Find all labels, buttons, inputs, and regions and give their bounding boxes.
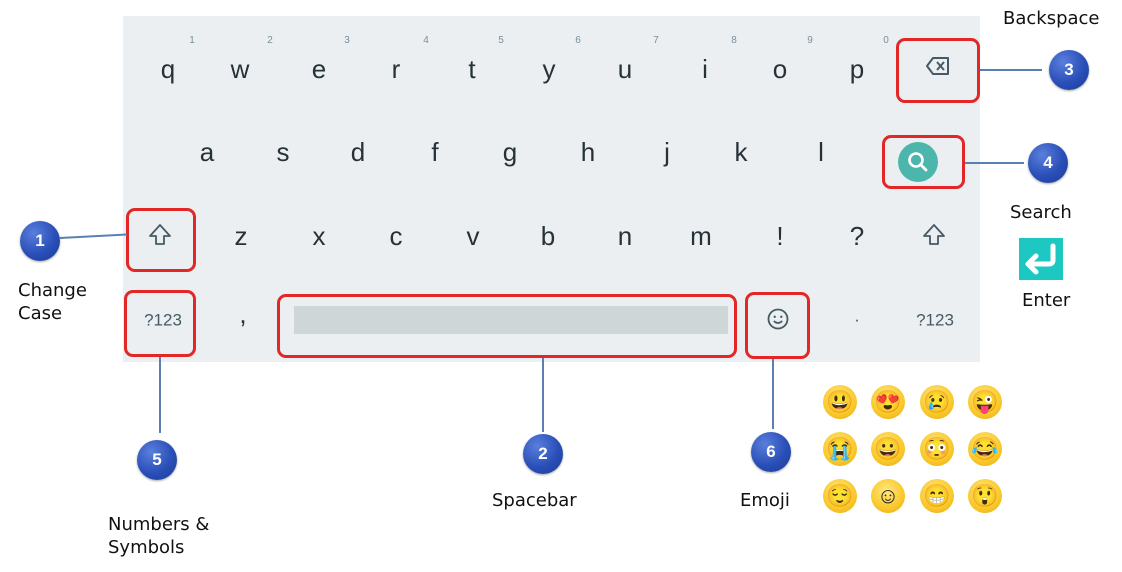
connector-3 (980, 69, 1042, 71)
key-f[interactable]: f (431, 139, 438, 165)
key-s[interactable]: s (277, 139, 290, 165)
key-u[interactable]: u (618, 56, 632, 82)
key-o-hint: 9 (807, 35, 813, 46)
key-k[interactable]: k (735, 139, 748, 165)
emoji-relieved: 😌 (823, 479, 857, 513)
highlight-spacebar (277, 294, 737, 358)
connector-2 (542, 358, 544, 432)
emoji-grin: 😀 (871, 432, 905, 466)
key-e-hint: 3 (344, 35, 350, 46)
label-search: Search (1010, 202, 1072, 223)
key-h[interactable]: h (581, 139, 595, 165)
emoji-tears-of-joy: 😂 (968, 432, 1002, 466)
connector-4 (965, 162, 1024, 164)
label-enter: Enter (1022, 290, 1071, 311)
key-n[interactable]: n (618, 223, 632, 249)
emoji-beaming: 😁 (920, 479, 954, 513)
label-numbers-symbols: Numbers & Symbols (108, 514, 210, 558)
connector-6 (772, 359, 774, 429)
callout-badge-6: 6 (751, 432, 791, 472)
key-x[interactable]: x (313, 223, 326, 249)
symbols-key-right[interactable]: ?123 (916, 312, 954, 329)
key-y-hint: 6 (575, 35, 581, 46)
highlight-search (882, 135, 965, 189)
emoji-smiling: ☺ (871, 479, 905, 513)
key-g[interactable]: g (503, 139, 517, 165)
key-w[interactable]: w (231, 56, 250, 82)
key-t[interactable]: t (468, 56, 475, 82)
key-o[interactable]: o (773, 56, 787, 82)
key-l[interactable]: l (818, 139, 824, 165)
callout-badge-1: 1 (20, 221, 60, 261)
label-change-case: Change Case (18, 280, 87, 324)
key-e[interactable]: e (312, 56, 326, 82)
connector-1 (59, 233, 127, 239)
key-q-hint: 1 (189, 35, 195, 46)
key-u-hint: 7 (653, 35, 659, 46)
key-question[interactable]: ? (850, 223, 864, 249)
key-p-hint: 0 (883, 35, 889, 46)
callout-badge-4: 4 (1028, 143, 1068, 183)
key-t-hint: 5 (498, 35, 504, 46)
emoji-winking-tongue: 😜 (968, 385, 1002, 419)
emoji-grinning: 😃 (823, 385, 857, 419)
key-c[interactable]: c (390, 223, 403, 249)
key-r[interactable]: r (392, 56, 401, 82)
label-backspace: Backspace (1003, 8, 1100, 29)
callout-badge-3: 3 (1049, 50, 1089, 90)
key-j[interactable]: j (664, 139, 670, 165)
key-r-hint: 4 (423, 35, 429, 46)
key-i-hint: 8 (731, 35, 737, 46)
callout-badge-5: 5 (137, 440, 177, 480)
key-p[interactable]: p (850, 56, 864, 82)
connector-5 (159, 357, 161, 433)
key-b[interactable]: b (541, 223, 555, 249)
key-q[interactable]: q (161, 56, 175, 82)
key-i[interactable]: i (702, 56, 708, 82)
shift-icon (923, 224, 945, 245)
key-m[interactable]: m (690, 223, 712, 249)
emoji-astonished: 😲 (968, 479, 1002, 513)
label-emoji: Emoji (740, 490, 790, 511)
key-a[interactable]: a (200, 139, 214, 165)
key-z[interactable]: z (235, 223, 248, 249)
highlight-emoji (745, 292, 810, 359)
callout-badge-2: 2 (523, 434, 563, 474)
highlight-backspace (896, 38, 980, 103)
key-d[interactable]: d (351, 139, 365, 165)
key-w-hint: 2 (267, 35, 273, 46)
emoji-crying: 😢 (920, 385, 954, 419)
key-comma[interactable]: , (239, 301, 246, 327)
emoji-sobbing: 😭 (823, 432, 857, 466)
highlight-shift (126, 208, 196, 272)
key-v[interactable]: v (467, 223, 480, 249)
key-exclamation[interactable]: ! (776, 223, 783, 249)
emoji-flushed: 😳 (920, 432, 954, 466)
enter-icon (1019, 238, 1063, 280)
shift-right-key[interactable] (922, 223, 946, 247)
highlight-symbols (124, 290, 196, 357)
key-y[interactable]: y (543, 56, 556, 82)
emoji-heart-eyes: 😍 (871, 385, 905, 419)
key-period[interactable]: . (855, 308, 860, 325)
label-spacebar: Spacebar (492, 490, 577, 511)
